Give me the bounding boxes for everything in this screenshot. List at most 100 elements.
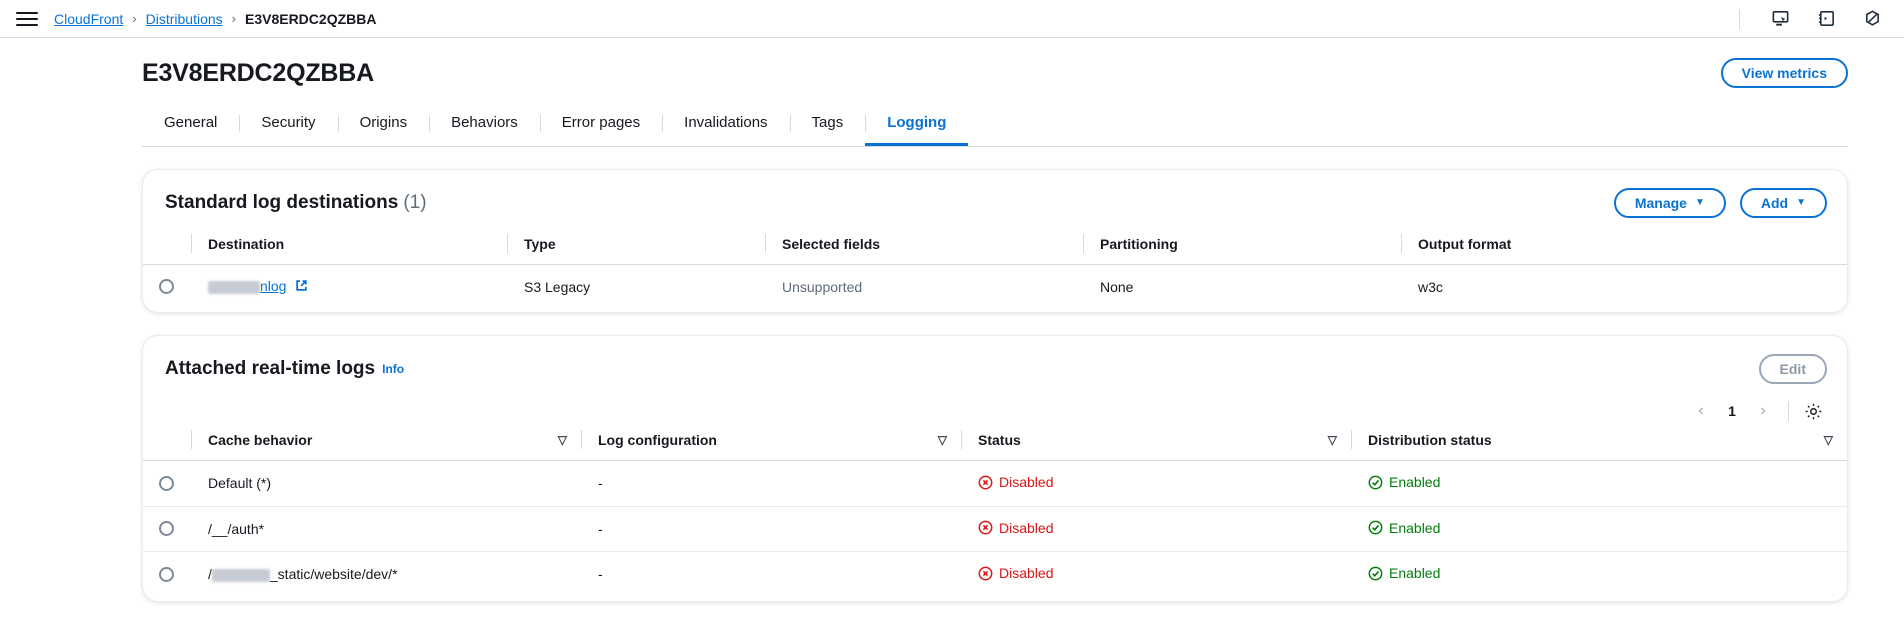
cell-status: Disabled: [961, 461, 1351, 507]
edit-button[interactable]: Edit: [1758, 354, 1827, 384]
info-link[interactable]: Info: [382, 362, 404, 376]
pagination-next-icon[interactable]: ›: [1750, 398, 1776, 424]
cloudshell-icon[interactable]: [1816, 9, 1836, 29]
selected-fields-value: Unsupported: [782, 278, 863, 295]
table-row[interactable]: / _static/website/dev/* - Disabled Enabl…: [143, 551, 1847, 597]
add-button[interactable]: Add ▼: [1739, 188, 1827, 218]
row-radio-button[interactable]: [159, 566, 174, 582]
breadcrumb-separator-2: ›: [231, 11, 236, 26]
sort-icon[interactable]: ▽: [1328, 433, 1337, 447]
distribution-status-label: Enabled: [1389, 565, 1441, 581]
cell-log-configuration: -: [581, 461, 961, 507]
realtime-logs-actions: Edit: [1758, 354, 1827, 384]
cell-distribution-status: Enabled: [1351, 461, 1847, 507]
cell-distribution-status: Enabled: [1351, 552, 1847, 597]
status-badge: Disabled: [978, 474, 1053, 490]
standard-logs-actions: Manage ▼ Add ▼: [1613, 188, 1827, 218]
column-header-cache-behavior[interactable]: Cache behavior ▽: [191, 428, 581, 461]
breadcrumb-distributions[interactable]: Distributions: [146, 11, 223, 27]
external-link-icon[interactable]: [295, 279, 308, 295]
standard-log-destinations-table: Destination Type Selected fields Partiti…: [143, 232, 1847, 308]
cell-destination: nlog: [191, 265, 507, 309]
toolbar-divider: [1739, 8, 1740, 29]
pagination: ‹ 1 ›: [1688, 398, 1776, 424]
table-row[interactable]: /__/auth* - Disabled Enabled: [143, 506, 1847, 552]
cell-log-configuration: -: [581, 506, 961, 552]
tab-security[interactable]: Security: [239, 106, 337, 146]
pagination-prev-icon[interactable]: ‹: [1688, 398, 1714, 424]
cell-status: Disabled: [961, 506, 1351, 552]
column-label: Output format: [1418, 236, 1512, 252]
cell-log-configuration: -: [581, 552, 961, 597]
breadcrumb-current: E3V8ERDC2QZBBA: [244, 10, 377, 27]
tab-origins[interactable]: Origins: [337, 106, 430, 146]
standard-logs-title: Standard log destinations: [165, 192, 399, 213]
column-header-distribution-status[interactable]: Distribution status ▽: [1351, 428, 1847, 461]
tab-bar: General Security Origins Behaviors Error…: [142, 106, 1848, 147]
row-radio-button[interactable]: [159, 475, 174, 491]
table-row[interactable]: Default (*) - Disabled Enabled: [143, 461, 1847, 507]
page-title: E3V8ERDC2QZBBA: [142, 58, 374, 87]
view-metrics-button[interactable]: View metrics: [1720, 58, 1848, 88]
cell-output-format: w3c: [1401, 265, 1847, 309]
pagination-divider: [1788, 401, 1789, 421]
manage-button[interactable]: Manage ▼: [1613, 188, 1726, 218]
row-select-cell: [143, 461, 191, 507]
check-circle-icon: [1368, 475, 1383, 490]
column-header-status[interactable]: Status ▽: [961, 428, 1351, 461]
screen-cursor-icon[interactable]: [1770, 9, 1790, 29]
column-label: Cache behavior: [208, 432, 313, 448]
table-header-row: Cache behavior ▽ Log configuration ▽ Sta…: [143, 428, 1847, 461]
breadcrumb-cloudfront[interactable]: CloudFront: [54, 11, 123, 27]
cell-cache-behavior: / _static/website/dev/*: [191, 552, 581, 597]
manage-button-label: Manage: [1634, 195, 1687, 211]
distribution-status-badge: Enabled: [1368, 565, 1440, 581]
status-label: Disabled: [999, 565, 1054, 581]
row-select-cell: [143, 552, 191, 597]
column-header-output-format: Output format: [1401, 232, 1847, 265]
error-circle-icon: [978, 475, 993, 490]
pagination-row: ‹ 1 ›: [143, 398, 1847, 424]
tab-error-pages[interactable]: Error pages: [539, 106, 662, 146]
settings-nut-icon[interactable]: [1862, 9, 1882, 29]
column-label: Log configuration: [598, 432, 717, 448]
select-column-header: [143, 232, 191, 265]
log-configuration-value: -: [598, 566, 603, 583]
row-radio-button[interactable]: [159, 279, 174, 294]
distribution-status-label: Enabled: [1389, 519, 1441, 536]
log-configuration-value: -: [598, 475, 603, 492]
realtime-logs-title: Attached real-time logs: [165, 358, 376, 379]
tab-behaviors[interactable]: Behaviors: [429, 106, 540, 146]
sort-icon[interactable]: ▽: [938, 433, 947, 447]
row-radio-button[interactable]: [159, 521, 174, 537]
cache-behavior-value: /__/auth*: [208, 520, 265, 537]
cell-distribution-status: Enabled: [1351, 506, 1847, 552]
standard-logs-count: (1): [403, 192, 427, 213]
standard-logs-header: Standard log destinations (1) Manage ▼ A…: [143, 188, 1847, 218]
sort-icon[interactable]: ▽: [1824, 433, 1833, 447]
table-row[interactable]: nlog S3 Legacy Unsupported None w3c: [143, 265, 1847, 309]
destination-link[interactable]: nlog: [208, 278, 286, 294]
row-select-cell: [143, 506, 191, 552]
tab-logging[interactable]: Logging: [865, 106, 969, 146]
redacted-text: [208, 280, 260, 294]
gear-icon[interactable]: [1801, 399, 1825, 423]
hamburger-icon[interactable]: [16, 8, 38, 30]
output-format-value: w3c: [1418, 278, 1443, 295]
table-header-row: Destination Type Selected fields Partiti…: [143, 232, 1847, 265]
distribution-status-label: Enabled: [1389, 474, 1441, 490]
row-select-cell: [143, 265, 191, 309]
cell-cache-behavior: /__/auth*: [191, 506, 581, 552]
tab-general[interactable]: General: [142, 106, 239, 146]
chevron-down-icon: ▼: [1796, 197, 1806, 208]
pagination-page-1[interactable]: 1: [1718, 398, 1746, 424]
column-header-log-configuration[interactable]: Log configuration ▽: [581, 428, 961, 461]
column-label: Distribution status: [1368, 432, 1492, 448]
column-label: Destination: [208, 236, 285, 252]
tab-invalidations[interactable]: Invalidations: [662, 106, 789, 146]
tab-tags[interactable]: Tags: [789, 106, 866, 146]
add-button-label: Add: [1760, 195, 1789, 211]
sort-icon[interactable]: ▽: [558, 433, 567, 447]
breadcrumb-separator-1: ›: [132, 11, 137, 26]
realtime-logs-header: Attached real-time logs Info Edit: [143, 354, 1847, 384]
